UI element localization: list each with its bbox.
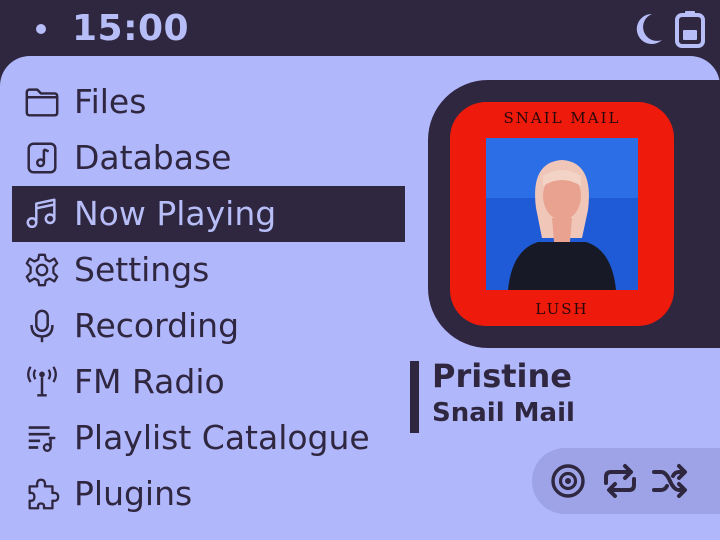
menu-item-now-playing[interactable]: Now Playing [12, 186, 405, 242]
gear-icon [22, 250, 62, 290]
shuffle-icon[interactable] [650, 461, 690, 501]
menu-item-playlist-catalogue[interactable]: Playlist Catalogue [12, 410, 405, 466]
target-icon[interactable] [548, 461, 588, 501]
album-art-frame: SNAIL MAIL LUSH [428, 80, 720, 348]
menu-item-recording[interactable]: Recording [12, 298, 405, 354]
repeat-icon[interactable] [600, 461, 640, 501]
dot-icon [36, 24, 46, 34]
album-bottom-text: LUSH [535, 300, 589, 318]
moon-icon [636, 13, 662, 44]
track-title: Pristine [432, 357, 572, 395]
album-photo [486, 138, 638, 290]
puzzle-icon [22, 474, 62, 514]
music-file-icon [22, 138, 62, 178]
menu-item-label: Recording [74, 306, 240, 345]
main-panel: Files Database Now Playing Settings Reco [0, 56, 720, 540]
track-artist: Snail Mail [432, 398, 575, 428]
playback-controls [532, 448, 720, 514]
menu-item-label: Settings [74, 250, 210, 289]
menu-item-settings[interactable]: Settings [12, 242, 405, 298]
microphone-icon [22, 306, 62, 346]
menu-item-label: Playlist Catalogue [74, 418, 370, 457]
menu-item-label: Now Playing [74, 194, 277, 233]
menu-item-database[interactable]: Database [12, 130, 405, 186]
battery-icon [675, 11, 705, 48]
status-bar: 15:00 [0, 0, 720, 58]
folder-icon [22, 82, 62, 122]
clock: 15:00 [72, 8, 190, 49]
album-top-text: SNAIL MAIL [503, 109, 621, 127]
menu-item-label: Database [74, 138, 232, 177]
music-note-icon [22, 194, 62, 234]
playlist-icon [22, 418, 62, 458]
menu-item-fm-radio[interactable]: FM Radio [12, 354, 405, 410]
menu-item-label: FM Radio [74, 362, 225, 401]
track-info-bar [410, 361, 419, 433]
album-cover[interactable]: SNAIL MAIL LUSH [450, 102, 674, 326]
menu-item-plugins[interactable]: Plugins [12, 466, 405, 522]
antenna-icon [22, 362, 62, 402]
menu-item-files[interactable]: Files [12, 74, 405, 130]
menu-item-label: Plugins [74, 474, 193, 513]
menu-item-label: Files [74, 82, 147, 121]
